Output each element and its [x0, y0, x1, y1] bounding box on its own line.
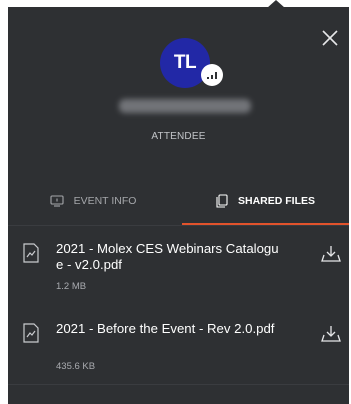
- download-button[interactable]: [321, 324, 341, 344]
- file-name[interactable]: 2021 - Molex CES Webinars Catalogue - v2…: [56, 241, 284, 273]
- file-list-item[interactable]: 2021 - Before the Event - Rev 2.0.pdf 43…: [8, 314, 349, 385]
- signal-icon: [201, 64, 223, 86]
- tab-bar: EVENT INFO SHARED FILES: [8, 177, 349, 226]
- attendee-role: ATTENDEE: [151, 131, 206, 142]
- document-chart-icon: [22, 243, 40, 263]
- download-icon: [321, 246, 341, 262]
- tab-shared-files[interactable]: SHARED FILES: [182, 177, 349, 224]
- popover-content: TL ATTENDEE EVENT INFO SHARED FILES 2021…: [8, 7, 349, 404]
- avatar-initials: TL: [173, 52, 197, 73]
- file-size: 1.2 MB: [56, 281, 87, 292]
- active-tab-indicator: [182, 223, 349, 225]
- close-button[interactable]: [319, 27, 341, 49]
- info-card-icon: [50, 194, 64, 207]
- tab-shared-files-label: SHARED FILES: [237, 194, 315, 207]
- file-size: 435.6 KB: [56, 361, 96, 372]
- close-icon: [322, 30, 338, 46]
- file-list-item[interactable]: 2021 - Molex CES Webinars Catalogue - v2…: [8, 234, 349, 314]
- document-chart-icon: [22, 323, 40, 343]
- files-icon: [216, 193, 228, 208]
- tab-event-info-label: EVENT INFO: [73, 194, 137, 207]
- tab-event-info[interactable]: EVENT INFO: [8, 177, 178, 224]
- file-name[interactable]: 2021 - Before the Event - Rev 2.0.pdf: [56, 321, 284, 337]
- attendee-name-redacted: [119, 99, 251, 113]
- download-button[interactable]: [321, 244, 341, 264]
- download-icon: [321, 326, 341, 342]
